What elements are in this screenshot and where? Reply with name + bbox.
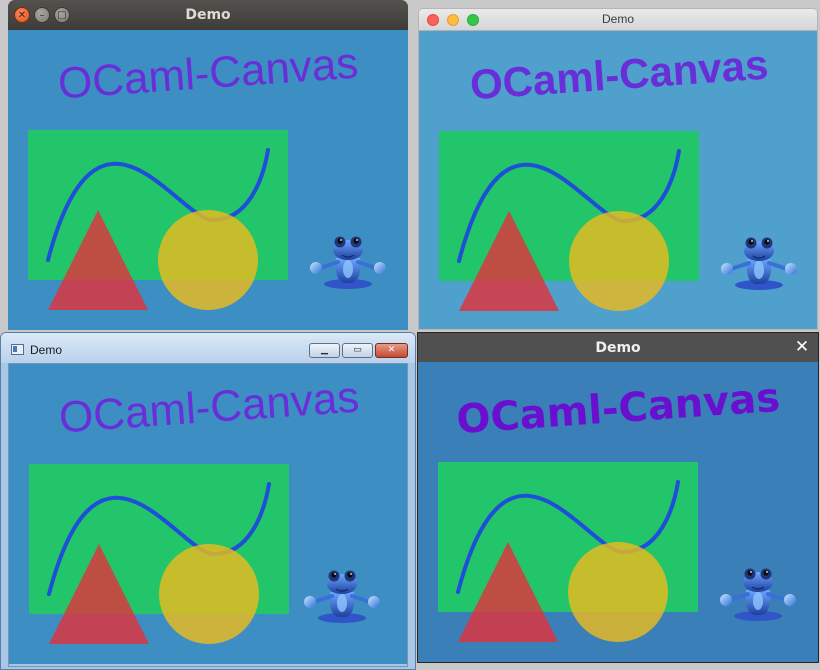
canvas-area[interactable]: OCaml-Canvas xyxy=(8,30,408,330)
yellow-circle xyxy=(158,210,258,310)
yellow-circle xyxy=(568,542,668,642)
app-window-icon[interactable] xyxy=(11,344,24,355)
canvas-drawing: OCaml-Canvas xyxy=(9,364,407,664)
canvas-area[interactable]: OCaml-Canvas xyxy=(8,363,408,667)
canvas-drawing: OCaml-Canvas xyxy=(419,31,817,329)
demo-window-windows: Demo ▁ ▭ ✕ OCaml-Canvas xyxy=(0,332,416,670)
minimize-button[interactable]: ▁ xyxy=(309,343,340,358)
canvas-drawing: OCaml-Canvas xyxy=(8,30,408,330)
yellow-circle xyxy=(159,544,259,644)
canvas-area[interactable]: OCaml-Canvas xyxy=(419,31,817,329)
title-bar[interactable]: Demo xyxy=(419,9,817,31)
window-title: Demo xyxy=(601,12,634,26)
title-bar[interactable]: ✕ – □ Demo xyxy=(8,0,408,30)
yellow-circle xyxy=(569,211,669,311)
canvas-area[interactable]: OCaml-Canvas xyxy=(418,362,818,662)
title-bar[interactable]: Demo ▁ ▭ ✕ xyxy=(1,333,415,363)
maximize-button[interactable]: ▭ xyxy=(342,343,373,358)
demo-window-ubuntu: ✕ – □ Demo OCaml-Canvas xyxy=(8,0,408,330)
title-bar[interactable]: Demo ✕ xyxy=(418,333,818,362)
demo-window-dark: Demo ✕ OCaml-Canvas xyxy=(417,332,819,663)
demo-window-macos: Demo OCaml-Canvas xyxy=(418,8,818,330)
window-title: Demo xyxy=(185,7,231,23)
close-button[interactable]: ✕ xyxy=(794,338,810,356)
canvas-drawing: OCaml-Canvas xyxy=(418,362,818,662)
window-title: Demo xyxy=(595,340,641,356)
close-button[interactable]: ✕ xyxy=(375,343,408,358)
window-title: Demo xyxy=(30,343,63,357)
